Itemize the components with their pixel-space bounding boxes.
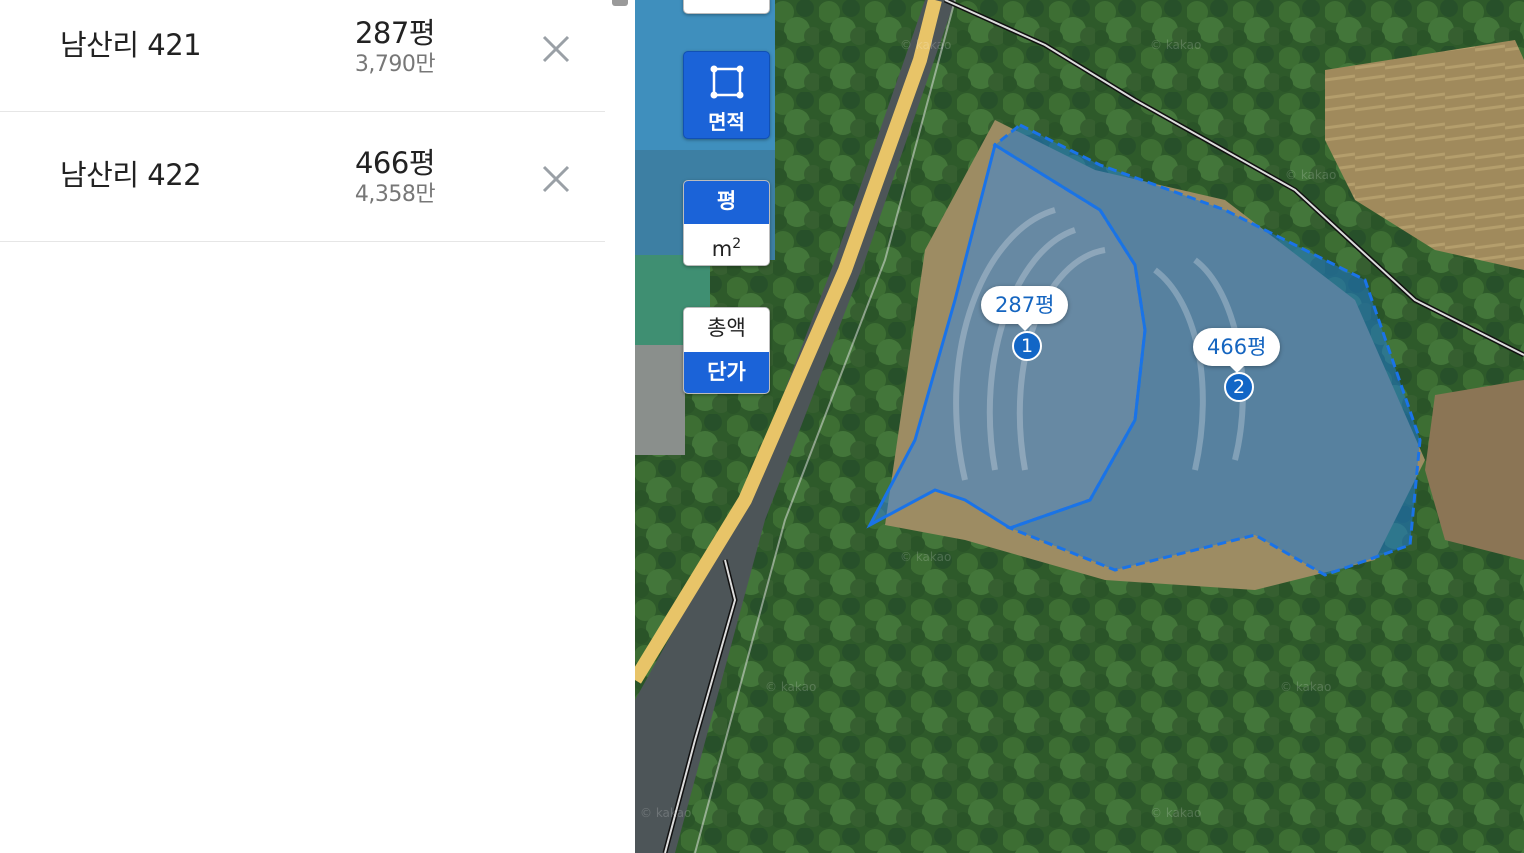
parcel-name: 남산리 421: [60, 28, 202, 62]
parcel-area-bubble[interactable]: 287평: [981, 286, 1069, 331]
area-measure-label: 면적: [708, 110, 745, 134]
price-total-button[interactable]: 총액: [684, 308, 769, 351]
close-icon: [542, 35, 570, 63]
scrollbar-thumb[interactable]: [612, 0, 628, 6]
map-watermark: © kakao: [900, 38, 952, 52]
map-watermark: © kakao: [1285, 168, 1337, 182]
list-item[interactable]: 남산리 422 466평 4,358만: [0, 112, 605, 242]
parcel-list-panel: 남산리 421 287평 3,790만 남산리 422 466평 4,358만: [0, 0, 605, 853]
parcel-area-bubble[interactable]: 466평: [1193, 328, 1281, 373]
map-watermark: © kakao: [765, 680, 817, 694]
unit-m2-button[interactable]: m2: [684, 224, 769, 265]
parcel-price: 3,790만: [354, 52, 436, 77]
unit-toggle: 평 m2: [683, 180, 770, 266]
map-watermark: © kakao: [1280, 680, 1332, 694]
unit-m2-sup: 2: [732, 236, 742, 252]
satellite-map[interactable]: © kakao © kakao © kakao © kakao © kakao …: [635, 0, 1524, 853]
unit-m2-base: m: [711, 237, 733, 261]
map-control-partial[interactable]: [683, 0, 770, 14]
unit-pyeong-button[interactable]: 평: [684, 181, 769, 224]
area-measure-button[interactable]: 면적: [683, 51, 770, 139]
parcel-price: 4,358만: [354, 182, 436, 207]
price-unit-button[interactable]: 단가: [684, 352, 769, 393]
map-watermark: © kakao: [640, 806, 692, 820]
map-watermark: © kakao: [900, 550, 952, 564]
area-measure-icon: [710, 65, 744, 99]
parcel-number-badge[interactable]: 2: [1224, 372, 1254, 402]
price-toggle: 총액 단가: [683, 307, 770, 394]
scrollbar[interactable]: [605, 0, 635, 853]
map-watermark: © kakao: [1150, 806, 1202, 820]
app-root: 남산리 421 287평 3,790만 남산리 422 466평 4,358만: [0, 0, 1524, 853]
close-icon: [542, 165, 570, 193]
remove-parcel-button[interactable]: [534, 157, 578, 201]
list-item[interactable]: 남산리 421 287평 3,790만: [0, 0, 605, 112]
map-watermark: © kakao: [1150, 38, 1202, 52]
parcel-name: 남산리 422: [60, 158, 202, 192]
remove-parcel-button[interactable]: [534, 27, 578, 71]
parcel-number-badge[interactable]: 1: [1012, 331, 1042, 361]
